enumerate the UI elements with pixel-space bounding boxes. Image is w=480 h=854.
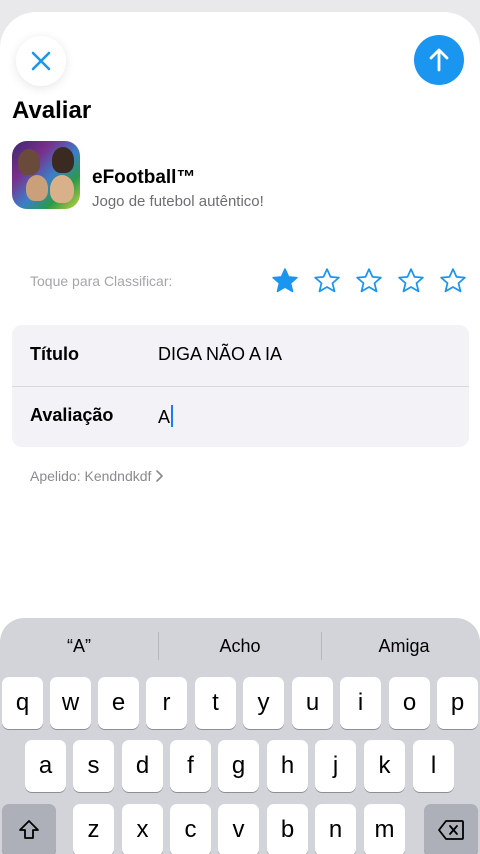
review-input[interactable]: A	[158, 405, 174, 428]
key-f[interactable]: f	[170, 740, 211, 792]
key-o[interactable]: o	[389, 677, 430, 729]
close-button[interactable]	[16, 36, 66, 86]
nickname-link[interactable]: Apelido: Kendndkdf	[30, 468, 165, 484]
key-h[interactable]: h	[267, 740, 308, 792]
key-z[interactable]: z	[73, 804, 114, 854]
key-s[interactable]: s	[73, 740, 114, 792]
key-d[interactable]: d	[122, 740, 163, 792]
key-j[interactable]: j	[315, 740, 356, 792]
key-c[interactable]: c	[170, 804, 211, 854]
suggestion-2[interactable]: Acho	[161, 636, 319, 657]
key-b[interactable]: b	[267, 804, 308, 854]
star-2-icon[interactable]	[310, 265, 344, 297]
text-cursor	[171, 405, 174, 427]
review-row[interactable]: Avaliação A	[12, 386, 469, 447]
star-4-icon[interactable]	[394, 265, 428, 297]
key-u[interactable]: u	[292, 677, 333, 729]
app-icon	[12, 141, 80, 209]
app-subtitle: Jogo de futebol autêntico!	[92, 193, 264, 210]
app-name: eFootball™	[92, 167, 196, 188]
shift-icon	[19, 820, 39, 839]
key-k[interactable]: k	[364, 740, 405, 792]
title-row[interactable]: Título DIGA NÃO A IA	[12, 325, 469, 386]
divider	[321, 632, 322, 660]
title-input[interactable]: DIGA NÃO A IA	[158, 344, 282, 365]
keyboard: “A” Acho Amiga q w e r t y u i o p a s d…	[0, 618, 480, 854]
key-q[interactable]: q	[2, 677, 43, 729]
review-text: A	[158, 407, 171, 427]
review-form: Título DIGA NÃO A IA Avaliação A	[12, 325, 469, 447]
key-r[interactable]: r	[146, 677, 187, 729]
key-l[interactable]: l	[413, 740, 454, 792]
star-1-icon[interactable]	[268, 265, 302, 297]
key-y[interactable]: y	[243, 677, 284, 729]
key-p[interactable]: p	[437, 677, 478, 729]
rating-label: Toque para Classificar:	[30, 273, 173, 289]
close-icon	[31, 51, 51, 71]
key-v[interactable]: v	[218, 804, 259, 854]
key-n[interactable]: n	[315, 804, 356, 854]
star-rating[interactable]	[268, 265, 470, 297]
review-label: Avaliação	[30, 405, 114, 425]
star-3-icon[interactable]	[352, 265, 386, 297]
key-g[interactable]: g	[218, 740, 259, 792]
page-title: Avaliar	[12, 97, 92, 124]
key-e[interactable]: e	[98, 677, 139, 729]
divider	[158, 632, 159, 660]
suggestion-1[interactable]: “A”	[0, 636, 158, 657]
key-m[interactable]: m	[364, 804, 405, 854]
nickname-text: Apelido: Kendndkdf	[30, 468, 152, 484]
delete-key[interactable]	[424, 804, 478, 854]
key-w[interactable]: w	[50, 677, 91, 729]
arrow-up-icon	[429, 48, 449, 72]
star-5-icon[interactable]	[436, 265, 470, 297]
submit-button[interactable]	[414, 35, 464, 85]
key-i[interactable]: i	[340, 677, 381, 729]
key-t[interactable]: t	[195, 677, 236, 729]
chevron-right-icon	[156, 470, 164, 482]
suggestion-3[interactable]: Amiga	[325, 636, 480, 657]
title-label: Título	[30, 344, 79, 364]
key-a[interactable]: a	[25, 740, 66, 792]
suggestion-bar: “A” Acho Amiga	[0, 618, 480, 674]
shift-key[interactable]	[2, 804, 56, 854]
backspace-icon	[438, 820, 464, 840]
key-x[interactable]: x	[122, 804, 163, 854]
